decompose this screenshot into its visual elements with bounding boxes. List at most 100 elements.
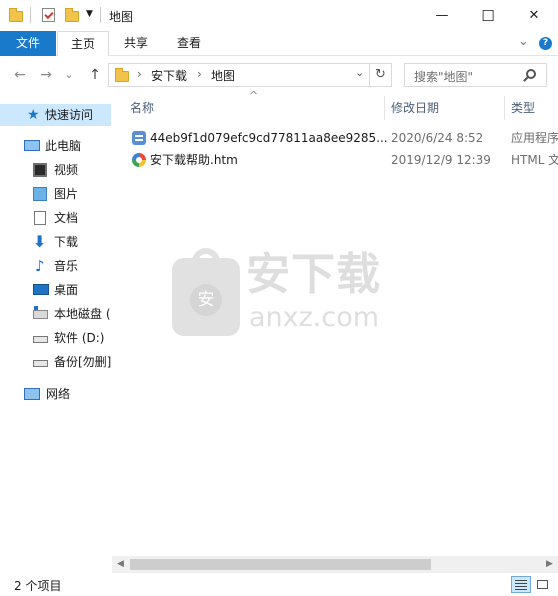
column-divider[interactable] [384,96,385,120]
watermark-logo: 安 安下载 anxz.com [170,244,385,339]
scroll-right-icon[interactable]: ▶ [546,559,553,569]
divider [100,7,101,23]
details-view-icon[interactable] [511,576,531,593]
nav-label: 备份[勿删] [54,355,111,369]
watermark-text: 安下载 [246,249,381,300]
column-type[interactable]: 类型 [511,94,535,122]
nav-drive-d[interactable]: 软件 (D:) [0,327,111,349]
breadcrumb-separator: › [137,67,142,81]
nav-label: 此电脑 [45,139,82,153]
status-bar: 2 个项目 [0,574,558,596]
nav-label: 桌面 [54,283,79,297]
desktop-icon [33,284,49,295]
customize-toolbar-icon[interactable]: ▼ [86,9,93,19]
nav-documents[interactable]: 文档 [0,207,111,229]
column-header: ^ 名称 修改日期 类型 [112,89,558,122]
disk-icon [33,310,48,319]
nav-label: 快速访问 [45,108,94,122]
picture-icon [33,187,47,201]
nav-downloads[interactable]: ⬇ 下载 [0,231,111,253]
tab-file[interactable]: 文件 [0,31,56,56]
search-input[interactable]: 搜索"地图" [414,68,473,85]
column-modified[interactable]: 修改日期 [391,94,439,122]
download-icon: ⬇ [33,232,47,251]
html-icon [132,153,146,167]
file-row[interactable]: 44eb9f1d079efc9cd77811aa8ee9285... 2020/… [112,127,558,149]
column-divider[interactable] [504,96,505,120]
recent-locations-button[interactable]: ⌄ [62,65,76,85]
nav-backup[interactable]: 备份[勿删] [0,351,111,373]
drive-icon [33,360,48,367]
refresh-button[interactable]: ↻ [370,63,392,87]
nav-label: 视频 [54,163,79,177]
item-count: 2 个项目 [14,579,62,593]
nav-label: 文档 [54,211,79,225]
watermark-badge: 安 [190,284,222,316]
file-name: 安下载帮助.htm [150,153,238,167]
music-icon: ♪ [35,257,45,275]
expand-ribbon-icon[interactable]: ⌄ [518,34,529,49]
help-icon[interactable]: ? [539,37,552,50]
address-bar[interactable]: › 安下载 › 地图 ⌄ [108,63,370,87]
nav-quick-access[interactable]: ★ 快速访问 [0,104,111,126]
back-button[interactable]: ← [10,65,30,85]
nav-this-pc[interactable]: 此电脑 [0,135,111,157]
windows-logo-icon [34,306,38,310]
scroll-left-icon[interactable]: ◀ [117,559,124,569]
title-bar: ▼ 地图 — ☐ ✕ [0,0,558,31]
watermark-url: anxz.com [249,302,380,333]
breadcrumb-item[interactable]: 地图 [211,67,235,84]
network-icon [24,388,40,400]
nav-label: 图片 [54,187,79,201]
nav-label: 音乐 [54,259,79,273]
navigation-pane: ★ 快速访问 此电脑 视频 图片 文档 ⬇ 下载 ♪ 音乐 桌面 本地磁盘 ( … [0,94,111,574]
breadcrumb-item[interactable]: 安下载 [151,67,187,84]
address-dropdown-icon[interactable]: ⌄ [355,66,364,79]
video-icon [33,163,47,177]
close-button[interactable]: ✕ [511,0,557,31]
drive-icon [33,336,48,343]
tab-share[interactable]: 共享 [112,31,160,56]
shield-icon: 安 [172,248,240,336]
up-button[interactable]: ↑ [85,65,105,85]
file-name: 44eb9f1d079efc9cd77811aa8ee9285... [150,131,388,145]
ribbon-tabs: 文件 主页 共享 查看 ⌄ ? [0,31,558,57]
folder-icon [9,8,23,22]
minimize-button[interactable]: — [419,0,465,31]
forward-button[interactable]: → [36,65,56,85]
scrollbar-thumb[interactable] [130,559,431,570]
nav-label: 软件 (D:) [54,331,105,345]
star-icon: ★ [27,107,40,123]
nav-local-disk[interactable]: 本地磁盘 ( [0,303,111,325]
file-modified: 2020/6/24 8:52 [391,131,484,145]
divider [30,7,31,23]
window-title: 地图 [109,10,134,24]
sort-indicator-icon: ^ [249,89,259,102]
computer-icon [24,140,40,151]
file-type: 应用程序 [511,131,558,145]
nav-pictures[interactable]: 图片 [0,183,111,205]
nav-label: 网络 [46,387,71,401]
new-folder-icon[interactable] [65,8,79,22]
nav-music[interactable]: ♪ 音乐 [0,255,111,277]
tab-home[interactable]: 主页 [57,31,109,57]
tab-view[interactable]: 查看 [165,31,213,56]
file-type: HTML 文 [511,153,558,167]
column-name[interactable]: 名称 [130,94,154,122]
file-row[interactable]: 安下载帮助.htm 2019/12/9 12:39 HTML 文 [112,149,558,171]
nav-label: 本地磁盘 ( [54,307,111,321]
exe-icon [132,131,146,145]
nav-videos[interactable]: 视频 [0,159,111,181]
search-box[interactable]: 搜索"地图" [404,63,547,87]
large-icons-view-icon[interactable] [534,576,552,593]
nav-network[interactable]: 网络 [0,383,111,405]
properties-icon[interactable] [42,8,55,22]
maximize-button[interactable]: ☐ [465,0,511,31]
nav-desktop[interactable]: 桌面 [0,279,111,301]
folder-icon [115,68,129,82]
file-modified: 2019/12/9 12:39 [391,153,491,167]
nav-label: 下载 [54,235,79,249]
document-icon [34,211,46,225]
breadcrumb-separator: › [197,67,202,81]
search-icon[interactable] [523,69,536,82]
